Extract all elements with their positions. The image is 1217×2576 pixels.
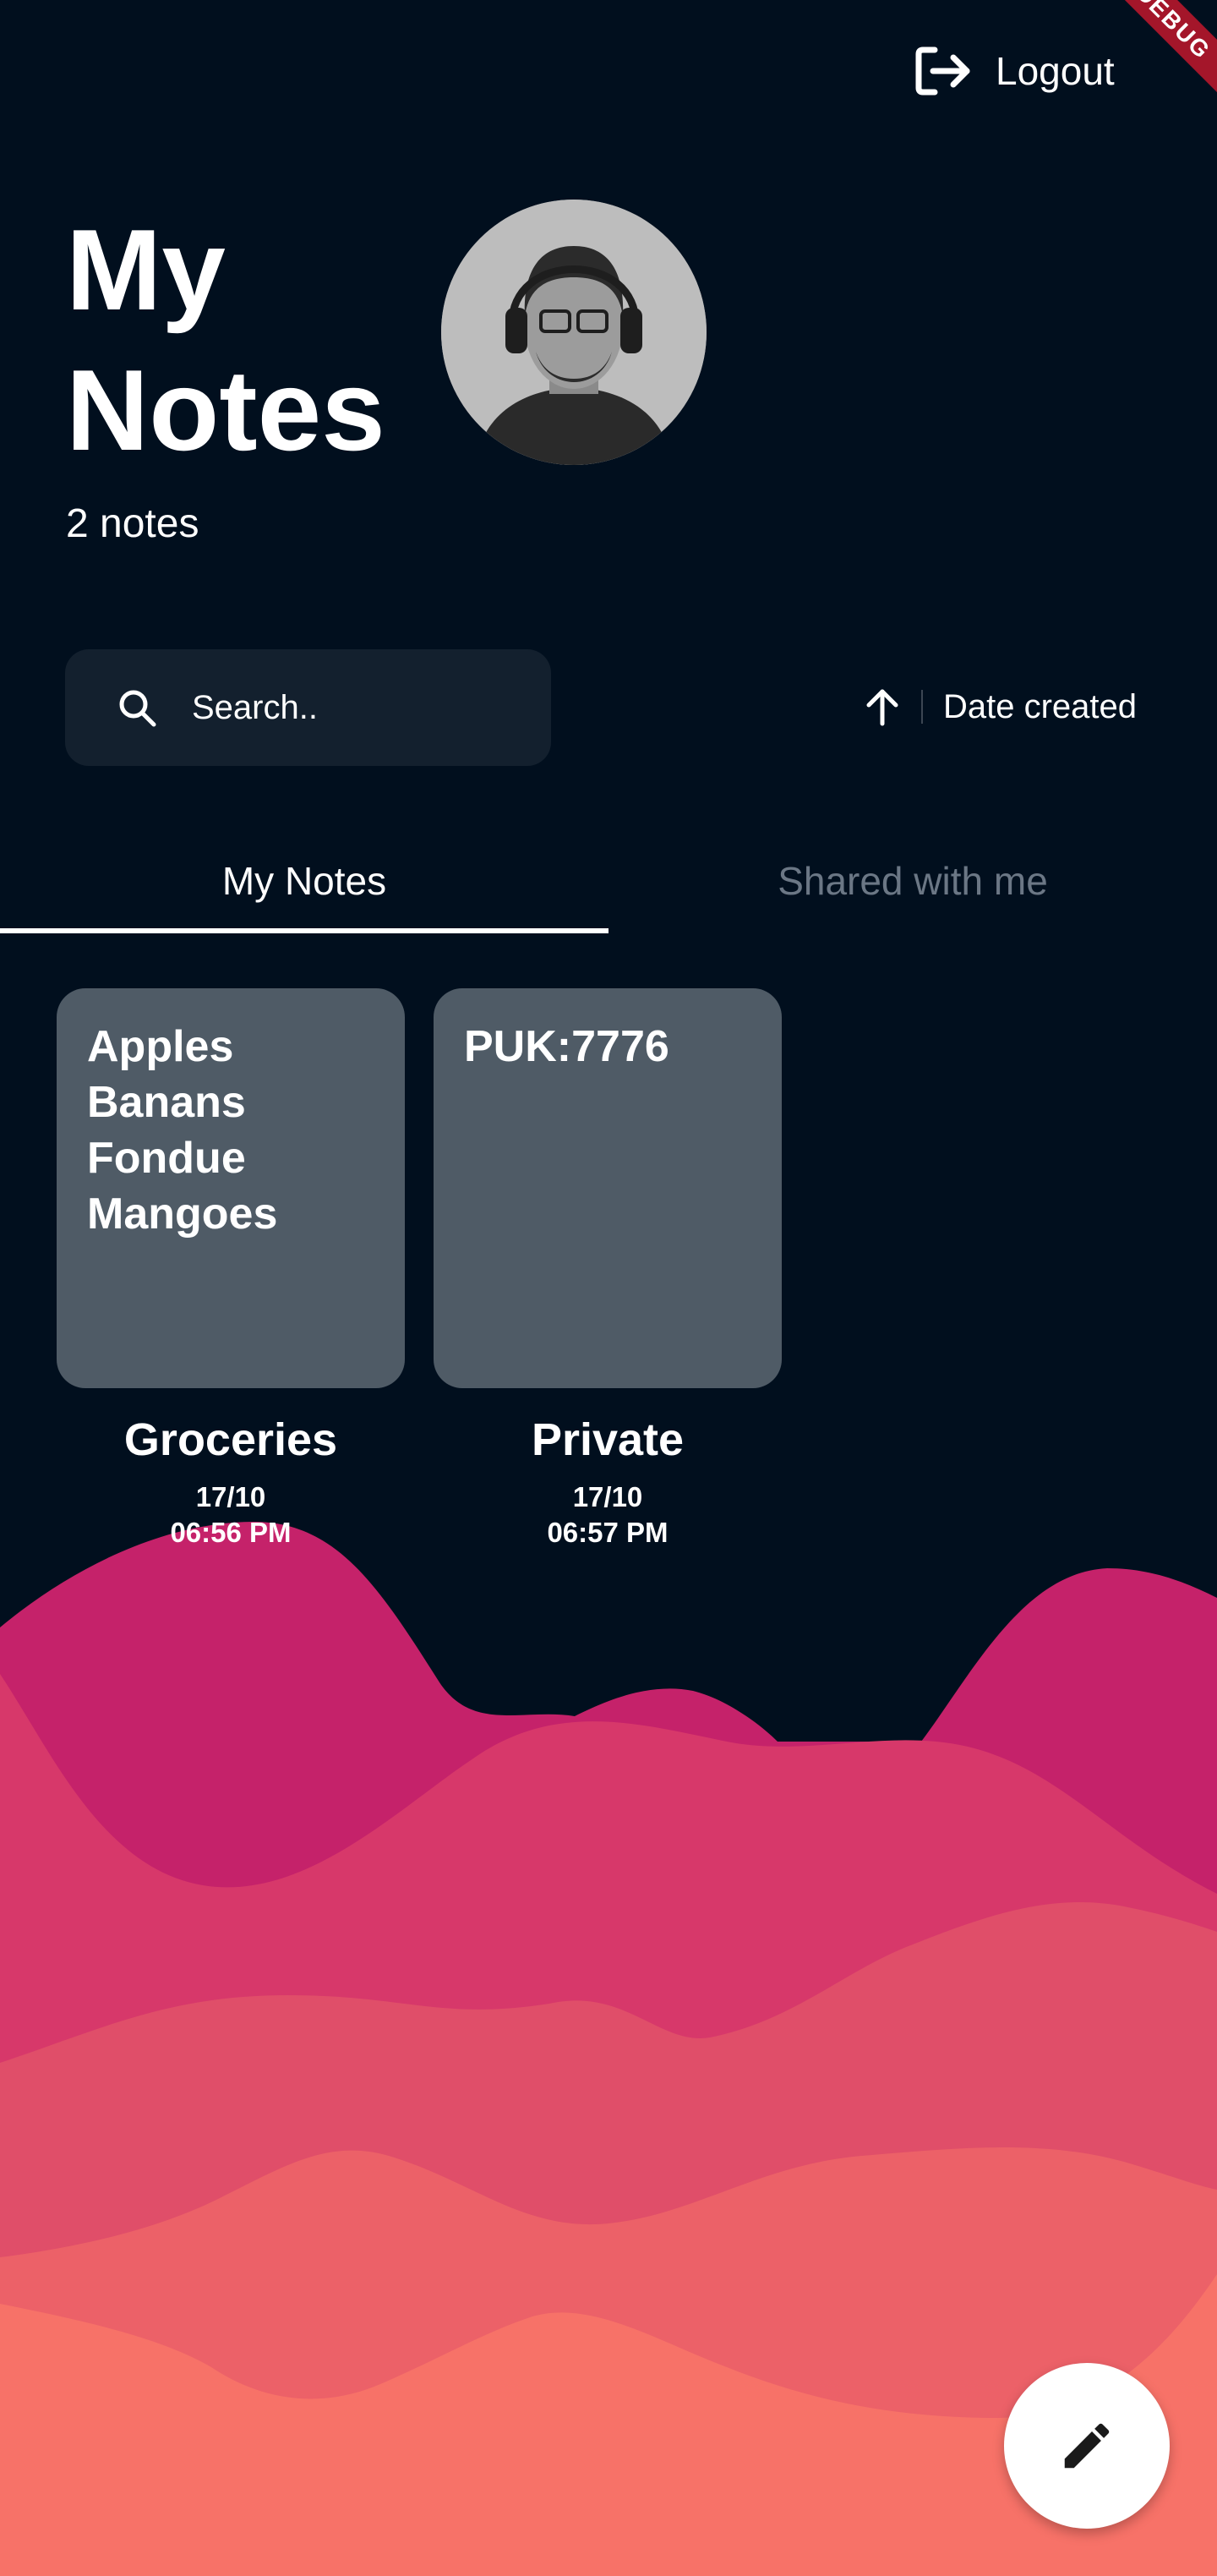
tab-shared-with-me[interactable]: Shared with me <box>608 829 1217 933</box>
sort-divider <box>921 690 923 724</box>
note-title: Groceries <box>123 1414 338 1465</box>
note-item[interactable]: Apples Banans Fondue Mangoes Groceries 1… <box>57 988 405 1551</box>
avatar[interactable] <box>441 200 707 465</box>
tab-my-notes[interactable]: My Notes <box>0 829 608 933</box>
search-icon <box>119 690 156 727</box>
tab-indicator <box>0 928 608 933</box>
page-title: My Notes <box>66 205 385 474</box>
sort-label[interactable]: Date created <box>943 688 1137 726</box>
note-title: Private <box>531 1414 685 1465</box>
note-count: 2 notes <box>66 501 199 546</box>
note-time: 06:57 PM <box>547 1517 669 1548</box>
note-item[interactable]: PUK:7776 Private 17/10 06:57 PM <box>434 988 782 1551</box>
search-bar[interactable] <box>65 649 551 766</box>
new-note-button[interactable] <box>1004 2363 1170 2529</box>
note-card[interactable]: Apples Banans Fondue Mangoes <box>57 988 405 1388</box>
sort-control[interactable]: Date created <box>859 681 1137 732</box>
note-date: 17/10 <box>195 1481 266 1512</box>
note-time: 06:56 PM <box>170 1517 292 1548</box>
avatar-photo <box>441 200 707 465</box>
note-date: 17/10 <box>572 1481 643 1512</box>
arrow-up-icon[interactable] <box>859 683 906 730</box>
note-card[interactable]: PUK:7776 <box>434 988 782 1388</box>
logout-button[interactable]: Logout <box>914 44 1115 98</box>
tab-bar: My Notes Shared with me <box>0 829 1217 937</box>
pencil-icon <box>1064 2423 1110 2469</box>
search-input[interactable] <box>190 687 481 728</box>
logout-label: Logout <box>996 49 1115 93</box>
logout-icon <box>915 46 970 96</box>
